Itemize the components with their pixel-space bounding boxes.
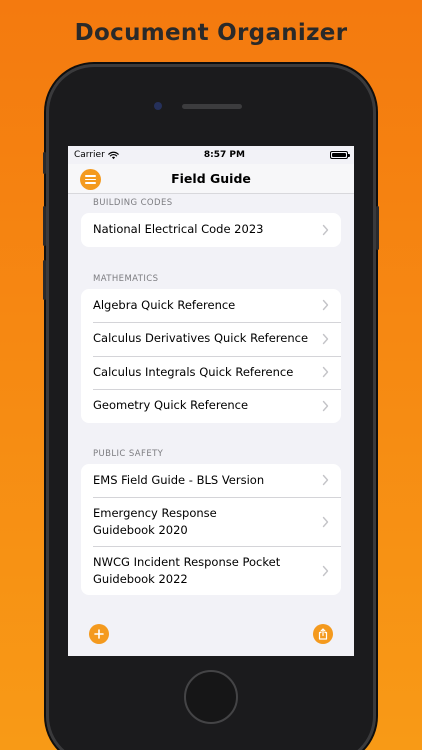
share-button[interactable] [313,624,333,644]
list-item-label: NWCG Incident Response Pocket Guidebook … [93,554,281,586]
promo-headline: Document Organizer [74,20,348,46]
list-item-label: EMS Field Guide - BLS Version [93,472,265,487]
section-header-public-safety: PUBLIC SAFETY [93,448,164,459]
list-item[interactable]: Algebra Quick Reference [81,289,341,323]
list-item[interactable]: Calculus Derivatives Quick Reference [81,322,341,356]
section-header-building-codes: BUILDING CODES [93,198,173,208]
list-item[interactable]: National Electrical Code 2023 [81,213,341,247]
list-item-label: Algebra Quick Reference [93,297,236,312]
add-button[interactable] [89,624,109,644]
chevron-right-icon [322,224,329,235]
chevron-right-icon [322,475,329,486]
list-item-label: Geometry Quick Reference [93,398,249,413]
list-item-label: Calculus Derivatives Quick Reference [93,331,309,346]
front-camera [154,102,162,110]
volume-up-button [43,206,46,246]
list-item[interactable]: EMS Field Guide - BLS Version [81,464,341,498]
share-icon [318,628,328,640]
power-button [376,206,379,250]
list-item-label: Calculus Integrals Quick Reference [93,364,294,379]
home-button[interactable] [184,670,238,724]
plus-icon [94,629,104,639]
earpiece-speaker [182,104,242,109]
battery-icon [329,151,350,159]
list-item-label: Emergency Response Guidebook 2020 [93,505,217,537]
section-group-mathematics: Algebra Quick Reference Calculus Derivat… [81,288,341,423]
volume-down-button [43,260,46,300]
chevron-right-icon [322,333,329,344]
app-screen: Carrier 8:57 PM Field Guide BUILDING COD… [68,146,354,656]
chevron-right-icon [322,565,329,576]
section-header-mathematics: MATHEMATICS [93,273,159,284]
page-title: Field Guide [171,171,251,186]
bottom-toolbar [68,618,354,656]
list-item[interactable]: Calculus Integrals Quick Reference [81,355,341,390]
chevron-right-icon [322,516,329,527]
chevron-right-icon [322,400,329,411]
list-item[interactable]: Emergency Response Guidebook 2020 [81,497,341,546]
chevron-right-icon [322,367,329,378]
section-group-building-codes: National Electrical Code 2023 [81,213,341,247]
list-item[interactable]: Geometry Quick Reference [81,389,341,423]
phone-frame: Carrier 8:57 PM Field Guide BUILDING COD… [43,64,379,750]
list-item-label: National Electrical Code 2023 [93,222,264,237]
section-group-public-safety: EMS Field Guide - BLS Version Emergency … [81,463,341,595]
list-item[interactable]: NWCG Incident Response Pocket Guidebook … [81,546,341,595]
wifi-icon [108,151,119,159]
menu-button[interactable] [80,169,101,190]
mute-switch [43,152,46,174]
document-list: BUILDING CODES National Electrical Code … [68,198,354,595]
hamburger-icon [85,175,96,177]
navigation-bar: Field Guide [68,164,354,194]
carrier-label: Carrier [74,150,105,160]
status-time: 8:57 PM [203,150,245,160]
status-bar: Carrier 8:57 PM [68,146,354,164]
chevron-right-icon [322,300,329,311]
